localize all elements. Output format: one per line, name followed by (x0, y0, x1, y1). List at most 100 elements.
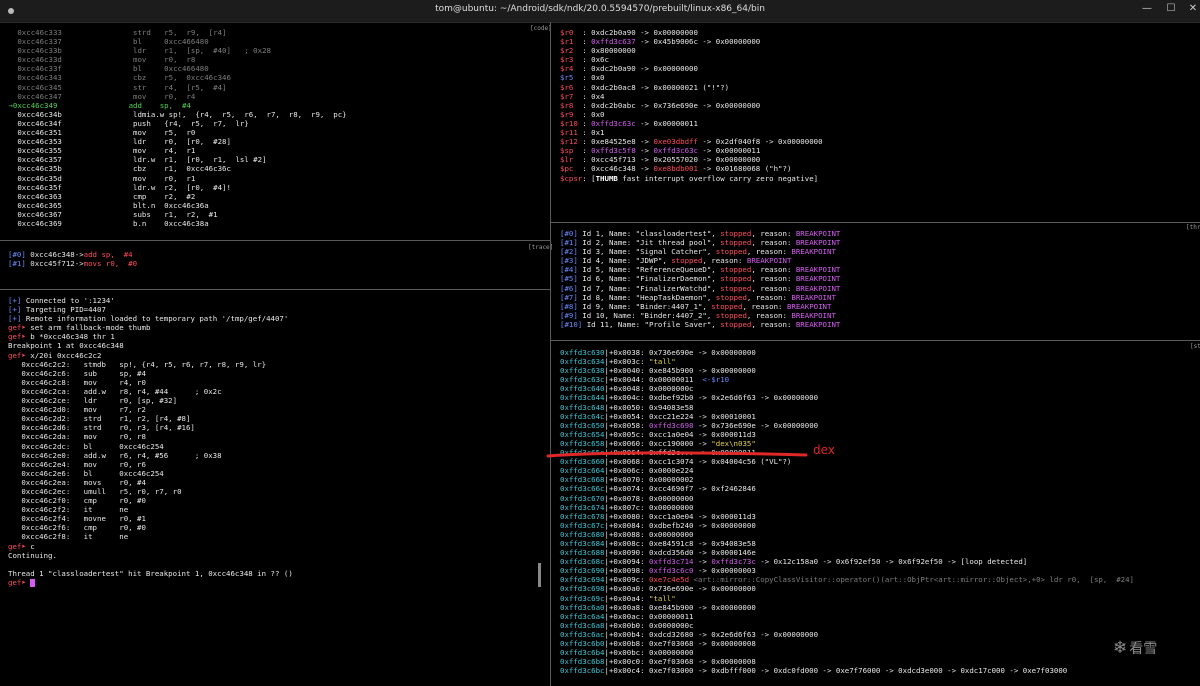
registers-text: -> 0x45b9006c -> 0x00000000 (635, 37, 761, 47)
stack-text: 0xffd3c68c (560, 557, 605, 567)
stack-line: 0xffd3c668|+0x0070: 0x00000002 (560, 475, 1200, 484)
threads-text: , reason: (751, 283, 796, 293)
stack-text: |+0x009c: (604, 575, 649, 585)
stack-text: "tall" (649, 357, 676, 367)
stack-text: -> 0x736e690e -> 0x00000000 (693, 420, 819, 430)
vertical-split-divider[interactable] (550, 22, 551, 686)
threads-text: BREAKPOINT (786, 301, 832, 311)
threads-text: , reason: (742, 301, 787, 311)
registers-text: : 0xe84525e8 -> (582, 137, 654, 147)
threads-text: Id 10, Name: "Binder:4407_2", (582, 310, 716, 320)
threads-text: [#6] (560, 283, 583, 293)
trace-pane[interactable]: [#0] 0xcc46c348->add sp, #4 [#1] 0xcc45f7… (8, 250, 544, 274)
console-line: 0xcc46c2ca: add.w r8, r4, #44 ; 0x2c (8, 387, 544, 396)
stack-line: 0xffd3c6a4|+0x00ac: 0x00000011 (560, 612, 1200, 621)
stack-line: 0xffd3c6ac|+0x00b4: 0xdcd32680 -> 0x2e6d… (560, 630, 1200, 639)
console-text: 0xcc46c2da: mov r0, r8 (8, 432, 146, 442)
code-pane[interactable]: 0xcc46c333 strd r5, r9, [r4] 0xcc46c337 … (4, 28, 544, 236)
stack-text: 0xffd3c660 (560, 457, 605, 467)
watermark-text: 看雪 (1129, 641, 1158, 657)
console-line: gef➤ x/20i 0xcc46c2c2 (8, 351, 544, 360)
registers-text: 0xe03dbdff (653, 137, 698, 147)
stack-text: |+0x00ac: 0x00000011 (604, 611, 694, 621)
minimize-button[interactable]: — (1140, 3, 1154, 13)
stack-text: 0xffd3c66c (560, 484, 605, 494)
annotation-label: dex (813, 443, 835, 457)
threads-text: stopped (720, 238, 752, 248)
stack-pane[interactable]: 0xffd3c630|+0x0038: 0x736e690e -> 0x0000… (560, 348, 1200, 684)
stack-line: 0xffd3c678|+0x0080: 0xcc1a0e04 -> 0x0000… (560, 512, 1200, 521)
code-line: 0xcc46c355 mov r4, r1 (4, 146, 544, 155)
console-scrollbar[interactable] (538, 563, 541, 587)
console-text: 0xcc46c2e4: mov r0, r6 (8, 459, 146, 469)
registers-pane-divider (551, 222, 1200, 223)
threads-line: [#7] Id 8, Name: "HeapTaskDaemon", stopp… (560, 293, 1180, 302)
registers-text: $r1 (560, 37, 583, 47)
console-line: 0xcc46c2c8: mov r4, r0 (8, 378, 544, 387)
terminal-cursor[interactable] (30, 578, 36, 587)
stack-line: 0xffd3c654|+0x005c: 0xcc1a0e04 -> 0x0000… (560, 430, 1200, 439)
stack-text: 0xffd3c634 (560, 357, 605, 367)
stack-text: 0xffd3c664 (560, 466, 605, 476)
stack-text: 0xffd3c698 (560, 584, 605, 594)
threads-line: [#1] Id 2, Name: "Jit thread pool", stop… (560, 238, 1180, 247)
console-text: c (30, 541, 35, 551)
stack-text: |+0x0084: 0xdbefb240 -> 0x00000000 (604, 520, 756, 530)
registers-text: : (582, 37, 592, 47)
console-text: 0xcc46c2f0: cmp r0, #0 (8, 496, 146, 506)
registers-text: 0xffd3c5f8 (591, 146, 636, 156)
gef-console-pane[interactable]: [+] Connected to ':1234' [+] Targeting PI… (8, 296, 544, 596)
registers-text: $cpsr (560, 173, 583, 183)
stack-text: |+0x0070: 0x00000002 (604, 475, 694, 485)
code-pane-divider (0, 240, 550, 241)
watermark: ❄ 看雪 (1113, 640, 1158, 657)
window-titlebar: tom@ubuntu: ~/Android/sdk/ndk/20.0.55945… (0, 0, 1200, 23)
threads-pane[interactable]: [#0] Id 1, Name: "classloadertest", stop… (560, 229, 1180, 333)
threads-text: [#0] (560, 229, 583, 238)
stack-text: |+0x00a0: 0x736e690e -> 0x00000000 (604, 584, 756, 594)
trace-text: 0xcc45f712-> (30, 259, 84, 269)
registers-text: : 0x1 (582, 128, 605, 138)
registers-pane[interactable]: $r0 : 0xdc2b0a90 -> 0x00000000 $r1 : 0xff… (560, 28, 1180, 188)
console-text: Thread 1 "classloadertest" hit Breakpoin… (8, 568, 293, 578)
registers-text: : (582, 146, 592, 156)
code-text: 0xcc46c33d mov r0, r8 (4, 55, 196, 65)
stack-line: 0xffd3c6b0|+0x00b8: 0xe7f03068 -> 0x0000… (560, 639, 1200, 648)
stack-text: 0xe7c4e5d (649, 575, 690, 585)
maximize-button[interactable]: ☐ (1164, 3, 1178, 13)
window-title: tom@ubuntu: ~/Android/sdk/ndk/20.0.55945… (435, 4, 765, 14)
trace-text: movs r0, #0 (83, 259, 138, 269)
stack-text: |+0x0088: 0x00000000 (604, 529, 694, 539)
stack-text: |+0x0044: 0x00000011 (604, 375, 703, 385)
registers-line: $cpsr: [THUMB fast interrupt overflow ca… (560, 174, 1180, 183)
registers-line: $lr : 0xcc45f713 -> 0x20557020 -> 0x0000… (560, 155, 1180, 164)
console-line: 0xcc46c2da: mov r0, r8 (8, 432, 544, 441)
console-text: Connected to ':1234' (25, 296, 115, 305)
console-text: gef➤ (8, 541, 31, 551)
registers-line: $r9 : 0x0 (560, 110, 1180, 119)
stack-text: 0xffd3c680 (560, 529, 605, 539)
stack-text: |+0x00a4: (604, 593, 649, 603)
registers-line: $r12 : 0xe84525e8 -> 0xe03dbdff -> 0x2df… (560, 137, 1180, 146)
registers-text: $r10 (560, 118, 583, 128)
stack-text: 0xffd3c6b8 (560, 657, 605, 667)
registers-line: $r2 : 0x80000000 (560, 46, 1180, 55)
stack-line: 0xffd3c68c|+0x0094: 0xffd3c714 -> 0xffd3… (560, 557, 1200, 566)
code-line: 0xcc46c34f push {r4, r5, r7, lr} (4, 119, 544, 128)
close-button[interactable]: ✕ (1186, 3, 1200, 13)
code-text: 0xcc46c34f push {r4, r5, r7, lr} (4, 118, 249, 128)
registers-text: $sp (560, 146, 583, 156)
console-text: Breakpoint 1 at 0xcc46c348 (8, 341, 124, 351)
stack-text: 0xffd3c648 (560, 402, 605, 412)
stack-text: |+0x0038: 0x736e690e -> 0x00000000 (604, 348, 756, 357)
registers-line: $r10 : 0xffd3c63c -> 0x00000011 (560, 119, 1180, 128)
code-line: 0xcc46c357 ldr.w r1, [r0, r1, lsl #2] (4, 155, 544, 164)
stack-text: |+0x0058: (604, 420, 649, 430)
registers-line: $r6 : 0xdc2b0ac8 -> 0x00000021 ("!"?) (560, 83, 1180, 92)
stack-line: 0xffd3c66c|+0x0074: 0xcc4690f7 -> 0xf246… (560, 484, 1200, 493)
threads-text: BREAKPOINT (795, 229, 841, 238)
console-text: gef➤ (8, 332, 31, 342)
registers-text: $r8 (560, 100, 583, 110)
registers-text: $pc (560, 164, 583, 174)
